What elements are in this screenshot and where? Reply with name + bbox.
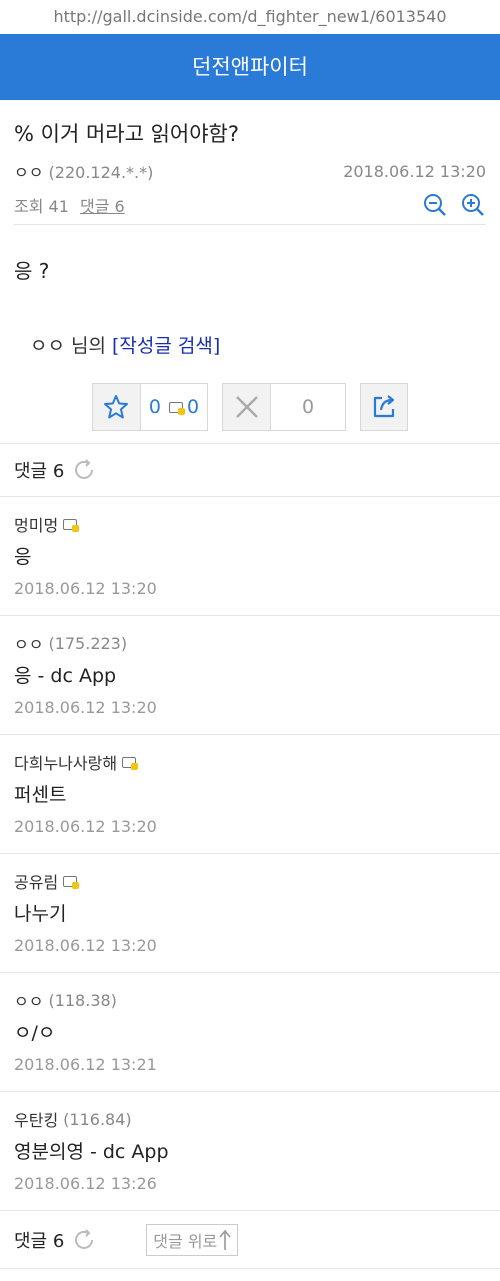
fixed-nick-icon [122,756,139,770]
comment-text: 나누기 [14,902,67,925]
comment-ip: (118.38) [48,990,117,1010]
recommend-count: 0 [148,396,161,418]
zoom-controls [422,192,486,218]
comment-item: 공유림 나누기 2018.06.12 13:20 [0,854,500,973]
zoom-in-icon[interactable] [460,192,486,218]
x-icon [223,384,272,430]
not-recommend-count: 0 [302,396,315,418]
comment-header-count: 댓글 6 [14,461,65,482]
author-nick: ㅇㅇ [14,163,44,182]
comment-text: 응 [14,545,32,568]
comment-date: 2018.06.12 13:20 [14,578,157,598]
comment-ip: (116.84) [63,1109,132,1129]
comment-ip: (175.223) [48,633,128,653]
refresh-icon[interactable] [72,1228,96,1252]
fix-recommend: 0 [169,396,207,418]
share-button[interactable] [360,383,409,431]
author-search: ㅇㅇ 님의 [작성글 검색] [0,323,500,373]
comment-date: 2018.06.12 13:20 [14,935,157,955]
arrow-up-icon [219,1229,231,1250]
fixed-nick-icon [63,518,80,532]
zoom-out-icon[interactable] [422,192,448,218]
comment-item: 다희누나사랑해 퍼센트 2018.06.12 13:20 [0,735,500,854]
not-recommend-button[interactable]: 0 [222,383,347,431]
footer-comment-count: 댓글 6 [14,1230,65,1252]
comment-top-button[interactable]: 댓글 위로 [146,1223,239,1256]
comment-author[interactable]: 공유림 [14,869,58,893]
comment-text: 퍼센트 [14,783,67,806]
comment-item: 우탄킹 (116.84) 영분의영 - dc App 2018.06.12 13:… [0,1092,500,1211]
comment-item: 멍미멍 응 2018.06.12 13:20 [0,497,500,616]
share-icon [373,395,395,418]
post-date: 2018.06.12 13:20 [343,161,486,181]
comment-footer: 댓글 6 댓글 위로 [0,1211,500,1269]
comment-header: 댓글 6 [0,444,500,496]
author-search-suffix: 님의 [64,335,113,357]
author-ip: (220.124.*.*) [48,163,154,182]
comment-date: 2018.06.12 13:21 [14,1054,157,1074]
comment-text: 응 - dc App [14,664,117,687]
comment-author[interactable]: 우탄킹 [14,1107,58,1131]
fix-recommend-count: 0 [187,396,200,418]
recommend-button[interactable]: 0 0 [91,383,209,431]
comment-text: ㅇ/ㅇ [14,1021,56,1044]
fixed-nick-icon [169,401,185,415]
comment-date: 2018.06.12 13:20 [14,697,157,717]
comment-item: ㅇㅇ (118.38) ㅇ/ㅇ 2018.06.12 13:21 [0,973,500,1092]
comment-count-link[interactable]: 댓글 6 [80,197,125,216]
post-body: 응 ? [14,259,50,283]
post-title: % 이거 머라고 읽어야함? [14,122,240,146]
comment-author[interactable]: 다희누나사랑해 [14,750,117,774]
post-meta: ㅇㅇ (220.124.*.*) 2018.06.12 13:20 [0,156,500,186]
comment-top-label: 댓글 위로 [153,1231,218,1251]
gallery-header[interactable]: 던전앤파이터 [0,34,500,100]
star-icon [92,384,141,430]
comment-list: 멍미멍 응 2018.06.12 13:20 ㅇㅇ (175.223) 응 - d… [0,497,500,1211]
comment-item: ㅇㅇ (175.223) 응 - dc App 2018.06.12 13:20 [0,616,500,735]
comment-author[interactable]: ㅇㅇ [14,988,43,1012]
view-count: 조회 41 [14,197,69,216]
fixed-nick-icon [63,875,80,889]
url-bar[interactable]: http://gall.dcinside.com/d_fighter_new1/… [0,0,500,34]
comment-author[interactable]: 멍미멍 [14,512,58,536]
comment-text: 영분의영 - dc App [14,1140,169,1163]
post-stats: 조회 41 댓글 6 [0,186,500,224]
author-search-nick: ㅇㅇ [30,335,65,357]
comment-author[interactable]: ㅇㅇ [14,631,43,655]
author-search-link[interactable]: [작성글 검색] [112,335,220,357]
comment-date: 2018.06.12 13:20 [14,816,157,836]
vote-row: 0 0 0 [0,373,500,443]
comment-date: 2018.06.12 13:26 [14,1173,157,1193]
post-author[interactable]: ㅇㅇ (220.124.*.*) [14,159,153,183]
refresh-icon[interactable] [72,458,96,482]
